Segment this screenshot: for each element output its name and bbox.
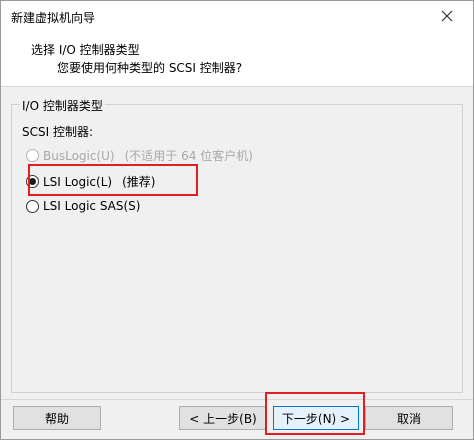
radio-lsi-logic-sas[interactable]: LSI Logic SAS(S) bbox=[26, 199, 140, 213]
wizard-window: 新建虚拟机向导 选择 I/O 控制器类型 您要使用何种类型的 SCSI 控制器?… bbox=[0, 0, 474, 440]
radio-label: BusLogic(U) bbox=[43, 148, 115, 163]
radio-button[interactable] bbox=[26, 199, 39, 213]
radio-note: (不适用于 64 位客户机) bbox=[124, 149, 253, 163]
wizard-header: 选择 I/O 控制器类型 您要使用何种类型的 SCSI 控制器? bbox=[1, 31, 473, 87]
group-legend: I/O 控制器类型 bbox=[20, 97, 105, 114]
close-button[interactable] bbox=[437, 6, 457, 26]
annotation-box-next bbox=[265, 392, 365, 435]
help-button[interactable]: 帮助 bbox=[13, 406, 101, 430]
cancel-button[interactable]: 取消 bbox=[365, 406, 453, 430]
page-subtitle: 您要使用何种类型的 SCSI 控制器? bbox=[57, 61, 243, 75]
title-bar: 新建虚拟机向导 bbox=[1, 1, 473, 31]
back-button[interactable]: < 上一步(B) bbox=[179, 406, 267, 430]
radio-label: LSI Logic SAS(S) bbox=[43, 199, 141, 213]
close-icon bbox=[441, 10, 453, 22]
annotation-box-recommended bbox=[28, 164, 198, 196]
page-title: 选择 I/O 控制器类型 bbox=[31, 43, 140, 57]
window-title: 新建虚拟机向导 bbox=[11, 11, 96, 25]
radio-buslogic[interactable]: BusLogic(U) (不适用于 64 位客户机) bbox=[26, 147, 253, 164]
radio-button[interactable] bbox=[26, 149, 39, 162]
footer-divider bbox=[1, 399, 473, 400]
scsi-controller-label: SCSI 控制器: bbox=[22, 125, 94, 139]
